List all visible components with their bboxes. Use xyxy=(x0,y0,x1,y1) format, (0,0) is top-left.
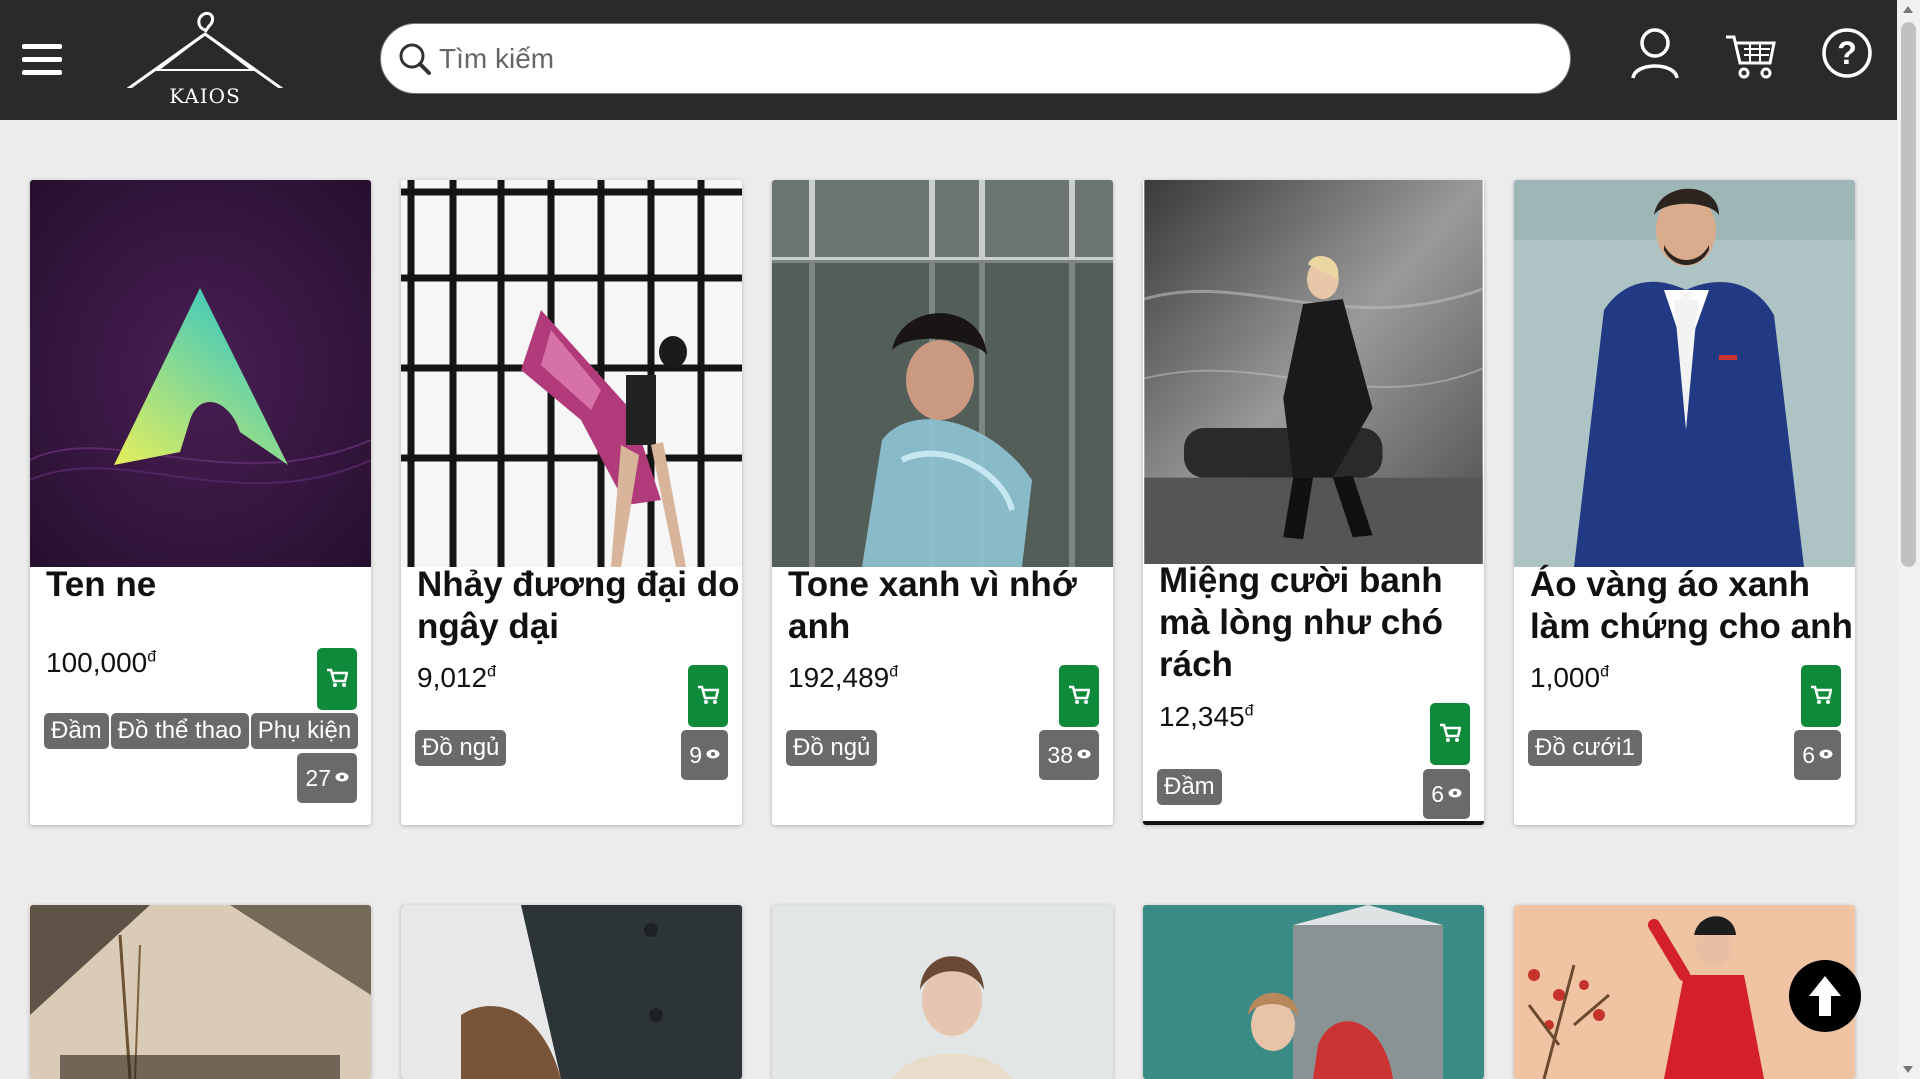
product-card[interactable] xyxy=(30,905,371,1079)
category-tag[interactable]: Đồ cưới1 xyxy=(1528,730,1642,766)
cart-plus-icon xyxy=(1440,723,1461,742)
top-navbar: KAIOS ? xyxy=(0,0,1897,120)
eye-icon xyxy=(1077,749,1091,759)
product-card[interactable] xyxy=(1143,905,1484,1079)
product-image[interactable] xyxy=(772,905,1113,1079)
eye-icon xyxy=(335,772,349,782)
product-title[interactable]: Nhảy đương đại do ngây dại xyxy=(417,564,742,648)
product-image[interactable] xyxy=(401,905,742,1079)
add-to-cart-button[interactable] xyxy=(1059,665,1099,727)
product-image[interactable] xyxy=(30,905,371,1079)
view-count: 38 xyxy=(1039,730,1099,780)
category-tag[interactable]: Đồ ngủ xyxy=(415,730,507,766)
product-card[interactable]: Nhảy đương đại do ngây dại 9,012đ Đồ ngủ… xyxy=(401,180,742,825)
add-to-cart-button[interactable] xyxy=(317,648,357,710)
back-to-top-button[interactable] xyxy=(1789,960,1861,1032)
category-tag[interactable]: Phụ kiện xyxy=(250,713,359,749)
add-to-cart-button[interactable] xyxy=(1801,665,1841,727)
hanger-icon xyxy=(116,11,294,98)
arrow-up-icon xyxy=(1809,976,1841,1016)
product-image[interactable] xyxy=(1143,905,1484,1079)
view-count: 6 xyxy=(1794,730,1841,780)
eye-icon xyxy=(706,749,720,759)
shopping-cart-icon[interactable] xyxy=(1724,30,1778,84)
cart-plus-icon xyxy=(698,685,719,704)
add-to-cart-button[interactable] xyxy=(1430,703,1470,765)
category-tag[interactable]: Đầm xyxy=(44,713,109,749)
product-image[interactable] xyxy=(772,180,1113,567)
view-count-value: 38 xyxy=(1047,742,1073,768)
product-price: 100,000đ xyxy=(46,647,157,678)
category-tag[interactable]: Đầm xyxy=(1157,769,1222,805)
product-price: 9,012đ xyxy=(417,662,496,693)
cart-plus-icon xyxy=(327,668,348,687)
category-tags: Đầm xyxy=(1157,769,1222,805)
product-title[interactable]: Ten ne xyxy=(46,564,371,606)
search-icon[interactable] xyxy=(395,39,435,79)
product-card[interactable]: Ten ne 100,000đ Đầm Đồ thể thao Phụ kiện… xyxy=(30,180,371,825)
product-price: 192,489đ xyxy=(788,662,899,693)
product-image[interactable] xyxy=(1514,180,1855,567)
category-tag[interactable]: Đồ ngủ xyxy=(786,730,878,766)
brand-logo[interactable]: KAIOS xyxy=(112,8,298,108)
help-icon[interactable]: ? xyxy=(1820,26,1874,80)
product-image[interactable] xyxy=(1143,180,1484,564)
product-price: 12,345đ xyxy=(1159,701,1254,732)
cart-plus-icon xyxy=(1069,685,1090,704)
add-to-cart-button[interactable] xyxy=(688,665,728,727)
view-count-value: 9 xyxy=(689,742,702,768)
brand-name: KAIOS xyxy=(169,84,241,108)
view-count-value: 6 xyxy=(1802,742,1815,768)
view-count-value: 6 xyxy=(1431,781,1444,807)
scrollbar-thumb[interactable] xyxy=(1901,22,1916,567)
hamburger-menu-icon[interactable] xyxy=(22,44,62,76)
view-count: 27 xyxy=(297,753,357,803)
eye-icon xyxy=(1819,749,1833,759)
product-card[interactable]: Áo vàng áo xanh làm chứng cho anh 1,000đ… xyxy=(1514,180,1855,825)
view-count: 6 xyxy=(1423,769,1470,819)
product-title[interactable]: Áo vàng áo xanh làm chứng cho anh xyxy=(1530,564,1855,648)
view-count-value: 27 xyxy=(305,765,331,791)
category-tags: Đồ ngủ xyxy=(415,730,507,766)
user-account-icon[interactable] xyxy=(1628,26,1682,80)
product-title[interactable]: Tone xanh vì nhớ anh xyxy=(788,564,1113,648)
search-bar xyxy=(380,23,1571,94)
eye-icon xyxy=(1448,788,1462,798)
product-image[interactable] xyxy=(30,180,371,567)
category-tags: Đồ ngủ xyxy=(786,730,878,766)
category-tags: Đồ cưới1 xyxy=(1528,730,1642,766)
category-tags: Đầm Đồ thể thao Phụ kiện xyxy=(44,713,359,749)
category-tag[interactable]: Đồ thể thao xyxy=(110,713,249,749)
vertical-scrollbar[interactable] xyxy=(1897,0,1920,1079)
product-card[interactable] xyxy=(772,905,1113,1079)
scroll-up-icon[interactable] xyxy=(1903,6,1913,13)
product-title[interactable]: Miệng cười banh mà lòng như chó rách xyxy=(1159,560,1484,686)
search-input[interactable] xyxy=(439,32,1539,86)
product-card[interactable]: Miệng cười banh mà lòng như chó rách 12,… xyxy=(1143,180,1484,825)
product-price: 1,000đ xyxy=(1530,662,1609,693)
product-image[interactable] xyxy=(401,180,742,567)
product-card[interactable]: Tone xanh vì nhớ anh 192,489đ Đồ ngủ 38 xyxy=(772,180,1113,825)
view-count: 9 xyxy=(681,730,728,780)
cart-plus-icon xyxy=(1811,685,1832,704)
product-card[interactable] xyxy=(401,905,742,1079)
scroll-down-icon[interactable] xyxy=(1903,1066,1913,1073)
svg-text:?: ? xyxy=(1837,35,1857,71)
